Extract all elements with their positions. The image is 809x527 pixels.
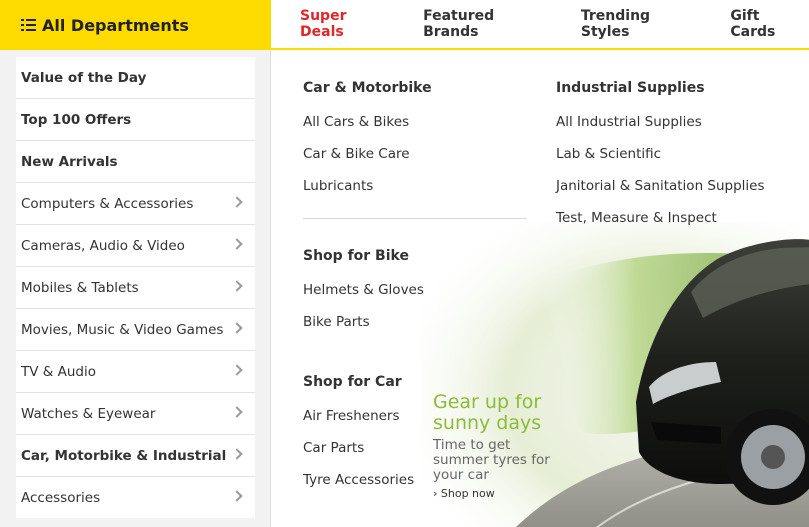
menu-link-test-measure-inspect[interactable]: Test, Measure & Inspect (556, 210, 765, 226)
car-motorbike-column: Car & Motorbike All Cars & Bikes Car & B… (303, 80, 432, 194)
sidebar-item-label: Watches & Eyewear (21, 405, 156, 422)
sidebar-item-car-motorbike-industrial[interactable]: Car, Motorbike & Industrial (16, 435, 255, 477)
sidebar-item-movies-music-video-games[interactable]: Movies, Music & Video Games (16, 309, 255, 351)
sidebar-item-label: New Arrivals (21, 153, 118, 170)
chevron-right-icon (231, 448, 243, 460)
promo-title-line: sunny days (433, 412, 542, 434)
menu-link-janitorial-sanitation[interactable]: Janitorial & Sanitation Supplies (556, 178, 765, 194)
shop-bike-heading[interactable]: Shop for Bike (303, 248, 424, 264)
sidebar-item-label: Movies, Music & Video Games (21, 321, 224, 338)
sidebar-item-new-arrivals[interactable]: New Arrivals (16, 141, 255, 183)
car-motorbike-heading[interactable]: Car & Motorbike (303, 80, 432, 96)
promo-title-line: Gear up for (433, 391, 542, 413)
sidebar-item-computers-accessories[interactable]: Computers & Accessories (16, 183, 255, 225)
menu-divider (303, 218, 527, 219)
all-departments-button[interactable]: All Departments (0, 0, 271, 50)
menu-link-tyre-accessories[interactable]: Tyre Accessories (303, 472, 414, 488)
menu-link-all-industrial-supplies[interactable]: All Industrial Supplies (556, 114, 765, 130)
nav-super-deals[interactable]: Super Deals (300, 8, 391, 40)
nav-featured-brands[interactable]: Featured Brands (423, 8, 549, 40)
menu-link-car-parts[interactable]: Car Parts (303, 440, 414, 456)
chevron-right-icon (231, 490, 243, 502)
chevron-right-icon (231, 322, 243, 334)
sidebar-item-tv-audio[interactable]: TV & Audio (16, 351, 255, 393)
promo-title: Gear up for sunny days (433, 392, 550, 434)
departments-sidebar: Value of the Day Top 100 Offers New Arri… (0, 50, 271, 527)
sidebar-item-value-of-the-day[interactable]: Value of the Day (16, 57, 255, 99)
shop-car-column: Shop for Car Air Fresheners Car Parts Ty… (303, 374, 414, 488)
promo-banner[interactable]: Gear up for sunny days Time to get summe… (433, 392, 550, 501)
mega-menu-panel: Car & Motorbike All Cars & Bikes Car & B… (271, 52, 809, 527)
chevron-right-icon (231, 238, 243, 250)
shop-bike-column: Shop for Bike Helmets & Gloves Bike Part… (303, 248, 424, 330)
sidebar-item-label: Car, Motorbike & Industrial (21, 447, 227, 464)
sidebar-item-label: Accessories (21, 489, 101, 506)
sidebar-item-label: TV & Audio (21, 363, 96, 380)
menu-link-helmets-gloves[interactable]: Helmets & Gloves (303, 282, 424, 298)
nav-gift-cards[interactable]: Gift Cards (730, 8, 806, 40)
industrial-column: Industrial Supplies All Industrial Suppl… (556, 80, 765, 226)
menu-link-air-fresheners[interactable]: Air Fresheners (303, 408, 414, 424)
sidebar-item-mobiles-tablets[interactable]: Mobiles & Tablets (16, 267, 255, 309)
top-navigation: Super Deals Featured Brands Trending Sty… (271, 0, 809, 50)
sidebar-item-accessories[interactable]: Accessories (16, 477, 255, 518)
sidebar-item-label: Computers & Accessories (21, 195, 194, 212)
promo-sub-line: your car (433, 467, 489, 483)
menu-link-car-bike-care[interactable]: Car & Bike Care (303, 146, 432, 162)
sidebar-item-cameras-audio-video[interactable]: Cameras, Audio & Video (16, 225, 255, 267)
sidebar-item-top-100-offers[interactable]: Top 100 Offers (16, 99, 255, 141)
menu-link-bike-parts[interactable]: Bike Parts (303, 314, 424, 330)
shop-now-link[interactable]: › Shop now (433, 487, 550, 500)
promo-sub-line: summer tyres for (433, 452, 550, 468)
promo-subtitle: Time to get summer tyres for your car (433, 438, 550, 483)
industrial-heading[interactable]: Industrial Supplies (556, 80, 765, 96)
chevron-right-icon (231, 406, 243, 418)
departments-list: Value of the Day Top 100 Offers New Arri… (16, 57, 255, 518)
menu-link-all-cars-bikes[interactable]: All Cars & Bikes (303, 114, 432, 130)
nav-trending-styles[interactable]: Trending Styles (581, 8, 698, 40)
chevron-right-icon (231, 196, 243, 208)
menu-link-lubricants[interactable]: Lubricants (303, 178, 432, 194)
sidebar-item-watches-eyewear[interactable]: Watches & Eyewear (16, 393, 255, 435)
list-icon (21, 19, 36, 31)
sidebar-item-label: Mobiles & Tablets (21, 279, 139, 296)
promo-sub-line: Time to get (433, 437, 511, 453)
chevron-right-icon (231, 364, 243, 376)
all-departments-label: All Departments (42, 15, 189, 35)
chevron-right-icon (231, 280, 243, 292)
sidebar-item-label: Cameras, Audio & Video (21, 237, 185, 254)
sidebar-item-label: Top 100 Offers (21, 111, 132, 128)
sidebar-item-label: Value of the Day (21, 69, 147, 86)
menu-link-lab-scientific[interactable]: Lab & Scientific (556, 146, 765, 162)
shop-car-heading[interactable]: Shop for Car (303, 374, 414, 390)
